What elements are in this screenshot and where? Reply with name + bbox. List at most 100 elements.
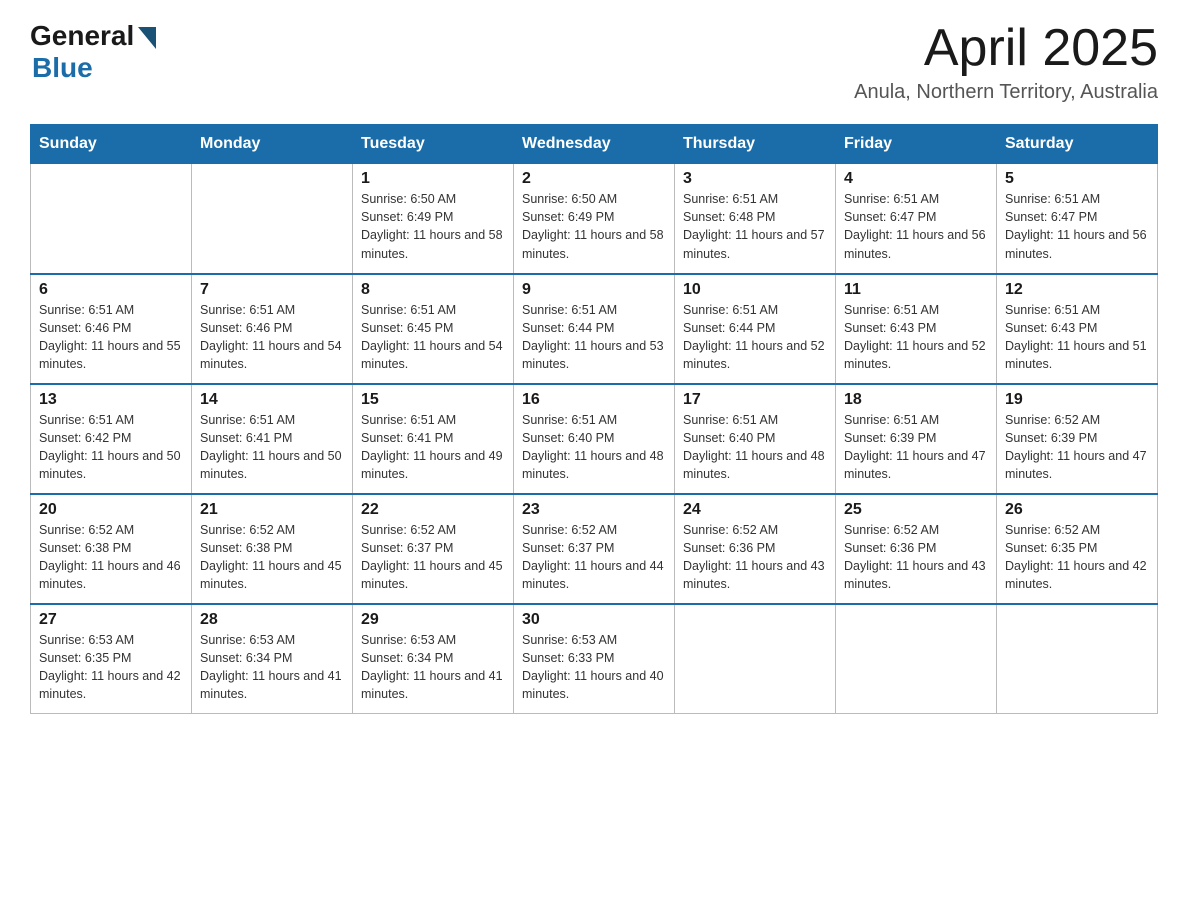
cell-info-text: Sunrise: 6:51 AMSunset: 6:40 PMDaylight:… (522, 411, 666, 484)
cell-info-text: Sunrise: 6:51 AMSunset: 6:46 PMDaylight:… (39, 301, 183, 374)
cell-info-text: Sunrise: 6:52 AMSunset: 6:36 PMDaylight:… (683, 521, 827, 594)
cell-date-number: 26 (1005, 501, 1149, 519)
cell-info-text: Sunrise: 6:51 AMSunset: 6:44 PMDaylight:… (522, 301, 666, 374)
calendar-cell: 1Sunrise: 6:50 AMSunset: 6:49 PMDaylight… (353, 164, 514, 274)
calendar-cell: 4Sunrise: 6:51 AMSunset: 6:47 PMDaylight… (836, 164, 997, 274)
calendar-week-row: 27 Sunrise: 6:53 AMSunset: 6:35 PMDayligh… (31, 604, 1158, 714)
cell-info-text: Sunrise: 6:51 AMSunset: 6:43 PMDaylight:… (1005, 301, 1149, 374)
cell-info-text: Sunrise: 6:53 AMSunset: 6:35 PMDaylight:… (39, 631, 183, 704)
cell-date-number: 14 (200, 391, 344, 409)
calendar-week-row: 6 Sunrise: 6:51 AMSunset: 6:46 PMDaylight… (31, 274, 1158, 384)
calendar-week-row: 1 Sunrise: 6:50 AMSunset: 6:49 PMDaylight… (31, 164, 1158, 274)
cell-date-number: 13 (39, 391, 183, 409)
cell-date-number: 10 (683, 281, 827, 299)
calendar-cell: 15 Sunrise: 6:51 AMSunset: 6:41 PMDayligh… (353, 384, 514, 494)
page-header: General Blue April 2025 Anula, Northern … (30, 20, 1158, 104)
calendar-cell: 6 Sunrise: 6:51 AMSunset: 6:46 PMDaylight… (31, 274, 192, 384)
calendar-cell: 8 Sunrise: 6:51 AMSunset: 6:45 PMDaylight… (353, 274, 514, 384)
calendar-cell: 18 Sunrise: 6:51 AMSunset: 6:39 PMDayligh… (836, 384, 997, 494)
cell-info-text: Sunrise: 6:51 AMSunset: 6:41 PMDaylight:… (200, 411, 344, 484)
cell-date-number: 3 (683, 170, 827, 188)
calendar-cell (997, 604, 1158, 714)
cell-date-number: 30 (522, 611, 666, 629)
cell-date-number: 23 (522, 501, 666, 519)
calendar-cell: 5 Sunrise: 6:51 AMSunset: 6:47 PMDaylight… (997, 164, 1158, 274)
calendar-cell: 9 Sunrise: 6:51 AMSunset: 6:44 PMDaylight… (514, 274, 675, 384)
cell-date-number: 27 (39, 611, 183, 629)
calendar-cell: 11 Sunrise: 6:51 AMSunset: 6:43 PMDayligh… (836, 274, 997, 384)
calendar-cell: 12 Sunrise: 6:51 AMSunset: 6:43 PMDayligh… (997, 274, 1158, 384)
calendar-cell: 26 Sunrise: 6:52 AMSunset: 6:35 PMDayligh… (997, 494, 1158, 604)
day-header-saturday: Saturday (997, 125, 1158, 164)
calendar-cell: 22 Sunrise: 6:52 AMSunset: 6:37 PMDayligh… (353, 494, 514, 604)
calendar-cell: 21 Sunrise: 6:52 AMSunset: 6:38 PMDayligh… (192, 494, 353, 604)
title-block: April 2025 Anula, Northern Territory, Au… (854, 20, 1158, 104)
cell-info-text: Sunrise: 6:52 AMSunset: 6:37 PMDaylight:… (361, 521, 505, 594)
logo: General Blue (30, 20, 156, 84)
page-title: April 2025 (854, 20, 1158, 77)
cell-date-number: 2 (522, 170, 666, 188)
calendar-cell: 25Sunrise: 6:52 AMSunset: 6:36 PMDayligh… (836, 494, 997, 604)
cell-info-text: Sunrise: 6:51 AMSunset: 6:43 PMDaylight:… (844, 301, 988, 374)
cell-date-number: 22 (361, 501, 505, 519)
cell-date-number: 28 (200, 611, 344, 629)
cell-info-text: Sunrise: 6:52 AMSunset: 6:38 PMDaylight:… (200, 521, 344, 594)
cell-info-text: Sunrise: 6:51 AMSunset: 6:45 PMDaylight:… (361, 301, 505, 374)
cell-date-number: 20 (39, 501, 183, 519)
cell-date-number: 1 (361, 170, 505, 188)
cell-date-number: 15 (361, 391, 505, 409)
cell-info-text: Sunrise: 6:52 AMSunset: 6:37 PMDaylight:… (522, 521, 666, 594)
cell-date-number: 17 (683, 391, 827, 409)
cell-info-text: Sunrise: 6:51 AMSunset: 6:46 PMDaylight:… (200, 301, 344, 374)
logo-arrow-icon (138, 27, 156, 49)
calendar-cell: 2 Sunrise: 6:50 AMSunset: 6:49 PMDaylight… (514, 164, 675, 274)
day-header-friday: Friday (836, 125, 997, 164)
day-header-sunday: Sunday (31, 125, 192, 164)
cell-date-number: 12 (1005, 281, 1149, 299)
cell-date-number: 6 (39, 281, 183, 299)
day-header-tuesday: Tuesday (353, 125, 514, 164)
cell-date-number: 29 (361, 611, 505, 629)
cell-date-number: 11 (844, 281, 988, 299)
cell-info-text: Sunrise: 6:50 AMSunset: 6:49 PMDaylight:… (522, 190, 666, 263)
calendar-cell: 10 Sunrise: 6:51 AMSunset: 6:44 PMDayligh… (675, 274, 836, 384)
cell-date-number: 21 (200, 501, 344, 519)
cell-info-text: Sunrise: 6:53 AMSunset: 6:34 PMDaylight:… (361, 631, 505, 704)
cell-info-text: Sunrise: 6:51 AMSunset: 6:39 PMDaylight:… (844, 411, 988, 484)
cell-date-number: 9 (522, 281, 666, 299)
cell-info-text: Sunrise: 6:51 AMSunset: 6:41 PMDaylight:… (361, 411, 505, 484)
cell-info-text: Sunrise: 6:51 AMSunset: 6:44 PMDaylight:… (683, 301, 827, 374)
calendar-cell: 16 Sunrise: 6:51 AMSunset: 6:40 PMDayligh… (514, 384, 675, 494)
calendar-cell: 30 Sunrise: 6:53 AMSunset: 6:33 PMDayligh… (514, 604, 675, 714)
day-header-monday: Monday (192, 125, 353, 164)
calendar-cell: 7 Sunrise: 6:51 AMSunset: 6:46 PMDaylight… (192, 274, 353, 384)
cell-info-text: Sunrise: 6:52 AMSunset: 6:39 PMDaylight:… (1005, 411, 1149, 484)
calendar-cell (675, 604, 836, 714)
cell-date-number: 5 (1005, 170, 1149, 188)
calendar-cell: 14 Sunrise: 6:51 AMSunset: 6:41 PMDayligh… (192, 384, 353, 494)
cell-date-number: 4 (844, 170, 988, 188)
calendar-cell: 13 Sunrise: 6:51 AMSunset: 6:42 PMDayligh… (31, 384, 192, 494)
calendar-cell: 3Sunrise: 6:51 AMSunset: 6:48 PMDaylight… (675, 164, 836, 274)
calendar-cell: 20Sunrise: 6:52 AMSunset: 6:38 PMDayligh… (31, 494, 192, 604)
calendar-table: SundayMondayTuesdayWednesdayThursdayFrid… (30, 124, 1158, 714)
cell-date-number: 25 (844, 501, 988, 519)
calendar-cell: 23 Sunrise: 6:52 AMSunset: 6:37 PMDayligh… (514, 494, 675, 604)
calendar-cell: 28 Sunrise: 6:53 AMSunset: 6:34 PMDayligh… (192, 604, 353, 714)
cell-date-number: 18 (844, 391, 988, 409)
logo-blue-text: Blue (32, 52, 93, 84)
cell-info-text: Sunrise: 6:51 AMSunset: 6:42 PMDaylight:… (39, 411, 183, 484)
calendar-cell: 24Sunrise: 6:52 AMSunset: 6:36 PMDayligh… (675, 494, 836, 604)
cell-date-number: 7 (200, 281, 344, 299)
cell-info-text: Sunrise: 6:53 AMSunset: 6:33 PMDaylight:… (522, 631, 666, 704)
logo-general-text: General (30, 20, 134, 52)
cell-date-number: 8 (361, 281, 505, 299)
cell-info-text: Sunrise: 6:52 AMSunset: 6:35 PMDaylight:… (1005, 521, 1149, 594)
cell-info-text: Sunrise: 6:53 AMSunset: 6:34 PMDaylight:… (200, 631, 344, 704)
cell-date-number: 16 (522, 391, 666, 409)
day-header-wednesday: Wednesday (514, 125, 675, 164)
calendar-cell: 17Sunrise: 6:51 AMSunset: 6:40 PMDayligh… (675, 384, 836, 494)
calendar-header-row: SundayMondayTuesdayWednesdayThursdayFrid… (31, 125, 1158, 164)
cell-info-text: Sunrise: 6:51 AMSunset: 6:47 PMDaylight:… (1005, 190, 1149, 263)
day-header-thursday: Thursday (675, 125, 836, 164)
